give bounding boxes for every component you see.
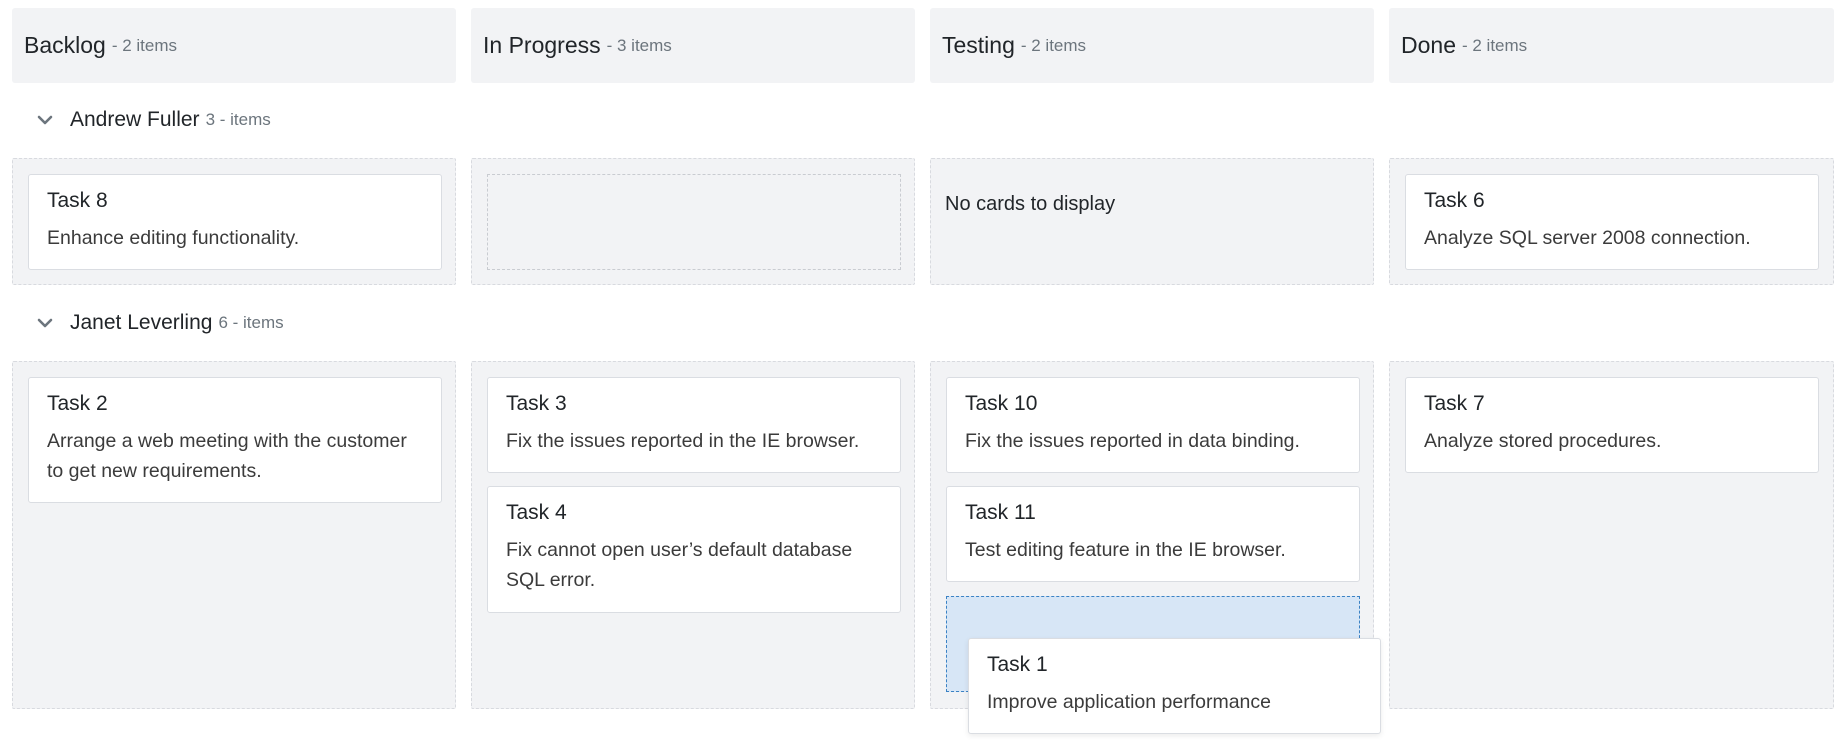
swimlane-name: Andrew Fuller: [70, 108, 200, 131]
card-title: Task 4: [506, 501, 567, 524]
card-title: Task 10: [965, 392, 1038, 415]
column-count: - 2 items: [111, 35, 178, 55]
card-title: Task 2: [47, 392, 108, 415]
kanban-card-task-8[interactable]: Task 8 Enhance editing functionality.: [28, 174, 442, 270]
swimlane-name: Janet Leverling: [70, 311, 213, 334]
swimlane-cell-andrew-in-progress: [471, 158, 915, 285]
card-title: Task 1: [987, 653, 1048, 676]
kanban-card-task-1-dragging[interactable]: Task 1 Improve application performance: [968, 638, 1381, 734]
card-description: Analyze SQL server 2008 connection.: [1424, 227, 1751, 249]
column-count: - 3 items: [606, 35, 672, 55]
swimlane-header-andrew-fuller: Andrew Fuller 3 - items: [34, 102, 271, 138]
swimlane-cell-andrew-done: Task 6 Analyze SQL server 2008 connectio…: [1389, 158, 1834, 285]
card-description: Fix cannot open user’s default database …: [506, 539, 853, 591]
column-title: Testing: [942, 32, 1015, 58]
card-title: Task 11: [965, 501, 1036, 524]
card-title: Task 7: [1424, 392, 1485, 415]
card-title: Task 6: [1424, 189, 1485, 212]
column-header-done: Done - 2 items: [1389, 8, 1834, 83]
kanban-card-task-4[interactable]: Task 4 Fix cannot open user’s default da…: [487, 486, 901, 613]
swimlane-cell-andrew-testing: No cards to display: [930, 158, 1374, 285]
column-title: Done: [1401, 32, 1456, 58]
kanban-card-task-2[interactable]: Task 2 Arrange a web meeting with the cu…: [28, 377, 442, 503]
empty-message: No cards to display: [945, 193, 1116, 215]
swimlane-cell-janet-backlog: Task 2 Arrange a web meeting with the cu…: [12, 361, 456, 709]
kanban-card-task-10[interactable]: Task 10 Fix the issues reported in data …: [946, 377, 1360, 473]
column-title: In Progress: [483, 32, 601, 58]
column-header-in-progress: In Progress - 3 items: [471, 8, 915, 83]
card-description: Arrange a web meeting with the customer …: [47, 430, 407, 482]
swimlane-count: 3 - items: [205, 110, 271, 129]
card-description: Test editing feature in the IE browser.: [965, 539, 1286, 561]
card-title: Task 3: [506, 392, 567, 415]
column-count: - 2 items: [1461, 35, 1528, 55]
chevron-down-icon[interactable]: [34, 312, 56, 334]
card-description: Analyze stored procedures.: [1424, 430, 1662, 452]
kanban-card-task-3[interactable]: Task 3 Fix the issues reported in the IE…: [487, 377, 901, 473]
swimlane-cell-andrew-backlog: Task 8 Enhance editing functionality.: [12, 158, 456, 285]
card-description: Fix the issues reported in the IE browse…: [506, 430, 860, 452]
kanban-card-task-7[interactable]: Task 7 Analyze stored procedures.: [1405, 377, 1819, 473]
card-description: Improve application performance: [987, 691, 1271, 713]
column-title: Backlog: [24, 32, 106, 58]
card-description: Fix the issues reported in data binding.: [965, 430, 1300, 452]
kanban-card-task-6[interactable]: Task 6 Analyze SQL server 2008 connectio…: [1405, 174, 1819, 270]
card-title: Task 8: [47, 189, 108, 212]
kanban-card-task-11[interactable]: Task 11 Test editing feature in the IE b…: [946, 486, 1360, 582]
swimlane-count: 6 - items: [218, 313, 284, 332]
card-drop-placeholder: [487, 174, 901, 270]
swimlane-cell-janet-done: Task 7 Analyze stored procedures.: [1389, 361, 1834, 709]
swimlane-header-janet-leverling: Janet Leverling 6 - items: [34, 305, 284, 341]
swimlane-cell-janet-in-progress: Task 3 Fix the issues reported in the IE…: [471, 361, 915, 709]
card-description: Enhance editing functionality.: [47, 227, 300, 249]
column-header-backlog: Backlog - 2 items: [12, 8, 456, 83]
chevron-down-icon[interactable]: [34, 109, 56, 131]
column-header-testing: Testing - 2 items: [930, 8, 1374, 83]
column-count: - 2 items: [1020, 35, 1087, 55]
